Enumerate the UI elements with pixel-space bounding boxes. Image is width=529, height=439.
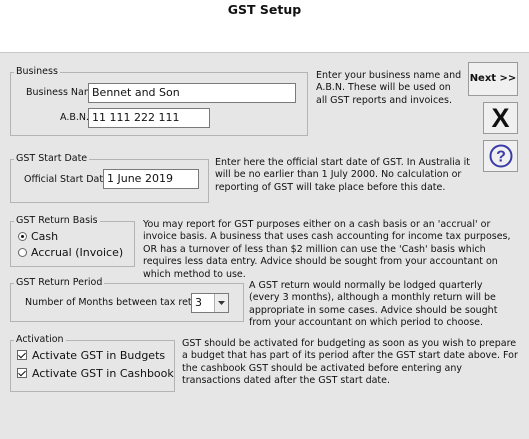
activation-legend: Activation (14, 334, 66, 346)
next-button[interactable]: Next >> (468, 62, 518, 96)
start-date-help-text: Enter here the official start date of GS… (215, 157, 471, 193)
abn-field[interactable]: 11 111 222 111 (88, 108, 210, 128)
activate-cashbook-label: Activate GST in Cashbook (32, 367, 174, 380)
activation-help-text: GST should be activated for budgeting as… (182, 338, 518, 387)
close-button[interactable]: X (483, 102, 518, 134)
business-help-text: Enter your business name and A.B.N. Thes… (316, 70, 462, 106)
basis-accrual-label: Accrual (Invoice) (31, 246, 124, 259)
question-mark-icon: ? (489, 144, 513, 171)
close-x-icon: X (491, 103, 510, 133)
months-value: 3 (195, 296, 202, 309)
activation-group (10, 340, 175, 392)
business-name-field[interactable]: Bennet and Son (88, 83, 296, 103)
activate-cashbook-option[interactable]: Activate GST in Cashbook (17, 367, 174, 381)
start-date-legend: GST Start Date (14, 153, 90, 165)
help-button[interactable]: ? (483, 140, 518, 172)
checkbox-budgets[interactable] (17, 350, 27, 360)
basis-cash-label: Cash (31, 230, 59, 243)
radio-accrual[interactable] (18, 248, 27, 257)
start-date-field[interactable]: 1 June 2019 (103, 169, 199, 189)
radio-cash[interactable] (18, 232, 27, 241)
activate-budgets-option[interactable]: Activate GST in Budgets (17, 349, 165, 363)
svg-text:?: ? (496, 149, 506, 166)
return-period-help-text: A GST return would normally be lodged qu… (249, 280, 498, 329)
return-basis-help-text: You may report for GST purposes either o… (143, 219, 511, 280)
return-basis-legend: GST Return Basis (14, 215, 100, 227)
window-title: GST Setup (227, 2, 302, 17)
business-legend: Business (14, 66, 60, 78)
basis-option-accrual[interactable]: Accrual (Invoice) (18, 246, 123, 260)
next-button-label: Next >> (469, 73, 517, 84)
start-date-label: Official Start Date (24, 174, 109, 185)
return-basis-group (10, 221, 135, 267)
chevron-down-icon[interactable] (214, 294, 228, 312)
abn-label: A.B.N. (60, 112, 90, 123)
title-bar: GST Setup (0, 0, 529, 53)
months-dropdown[interactable]: 3 (191, 293, 229, 313)
checkbox-cashbook[interactable] (17, 368, 27, 378)
basis-option-cash[interactable]: Cash (18, 230, 58, 244)
months-label: Number of Months between tax returns (25, 297, 213, 308)
activate-budgets-label: Activate GST in Budgets (32, 349, 166, 362)
return-period-legend: GST Return Period (14, 277, 105, 289)
